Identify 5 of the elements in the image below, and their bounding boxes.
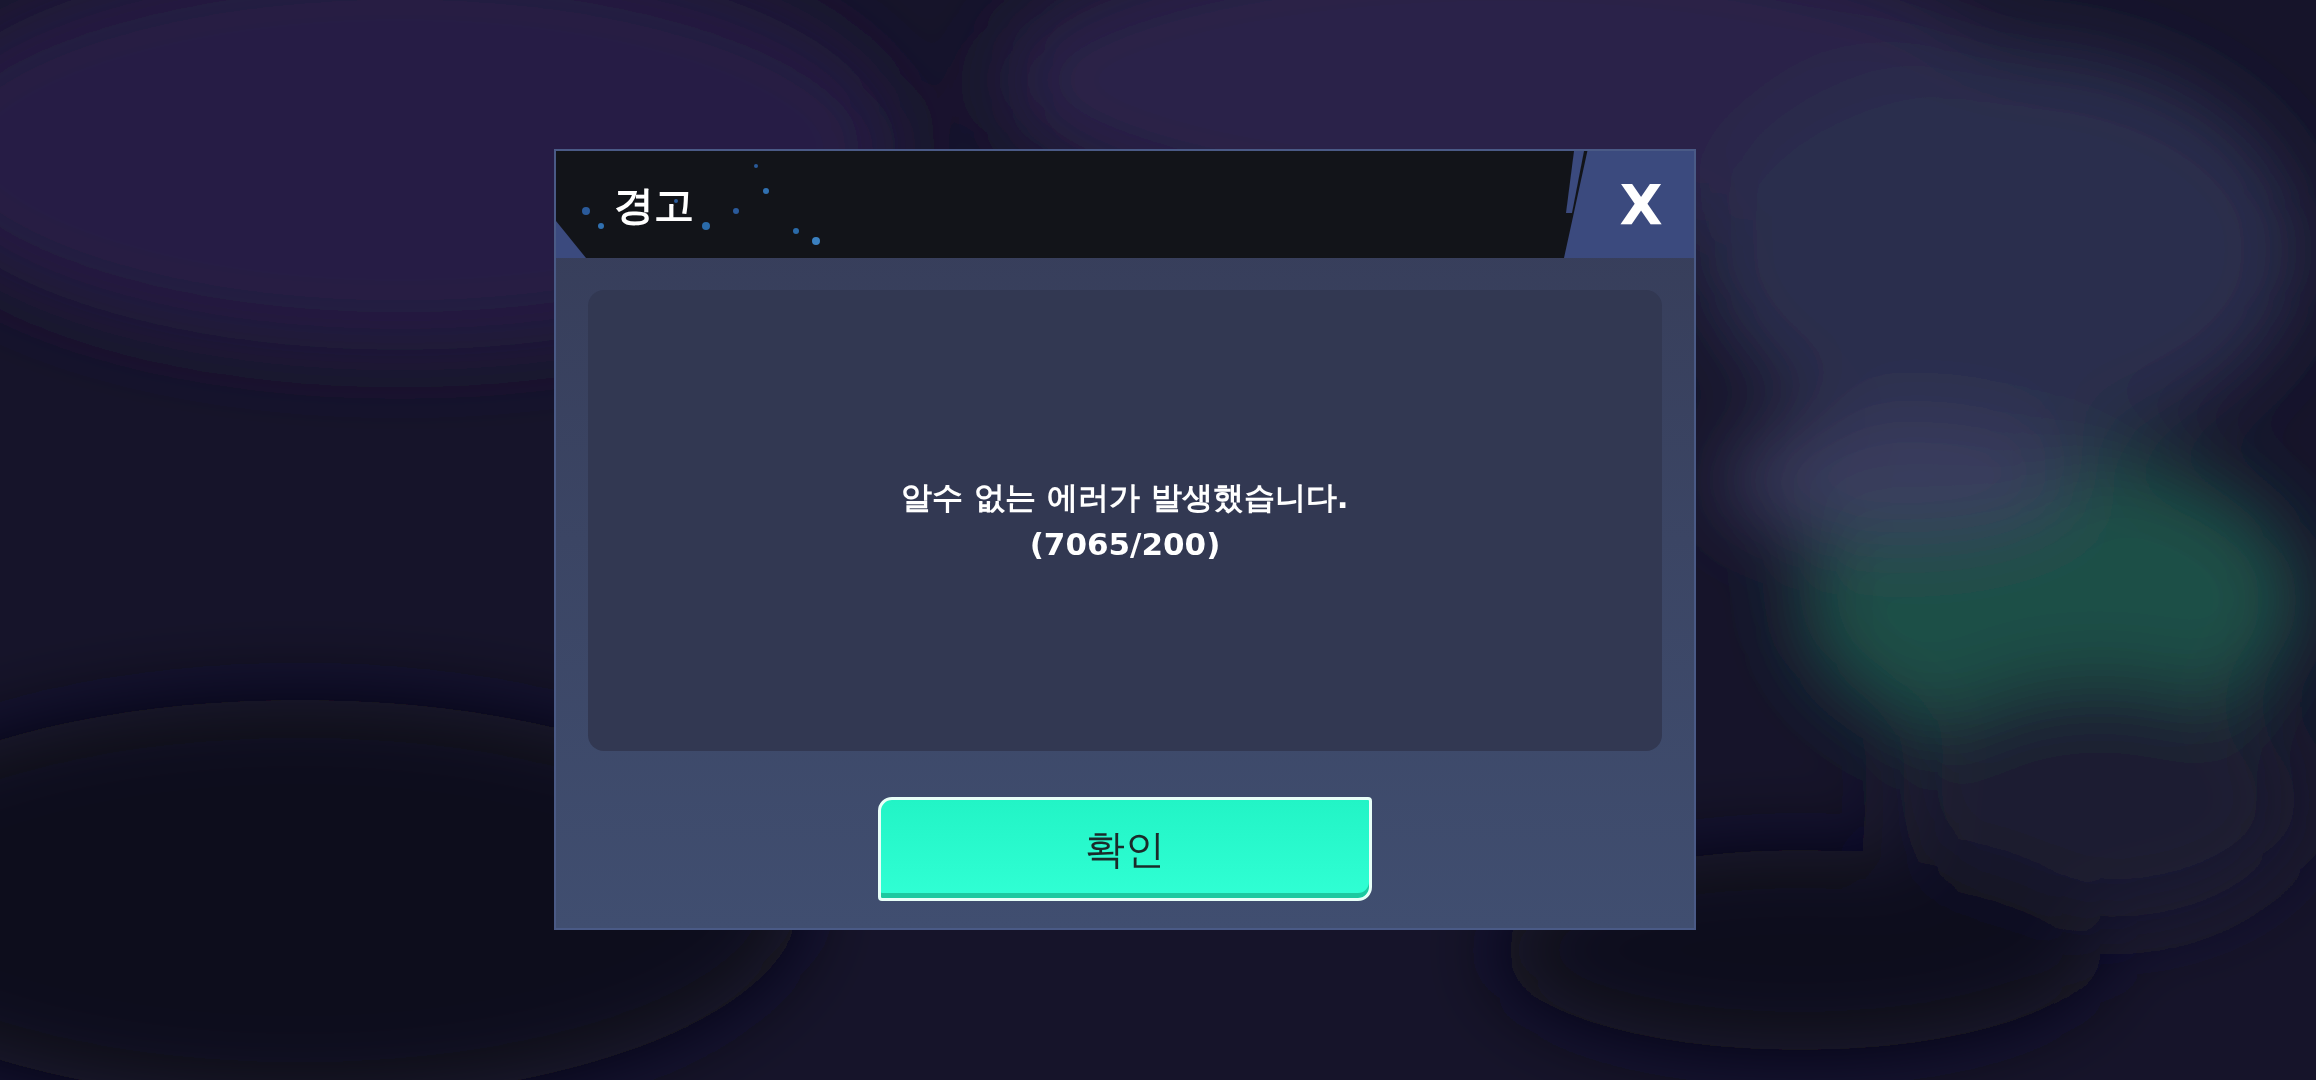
confirm-button[interactable]: 확인 [878, 797, 1372, 901]
error-message: 알수 없는 에러가 발생했습니다. [901, 478, 1349, 518]
error-code: (7065/200) [1029, 524, 1221, 564]
close-button[interactable]: X [1564, 151, 1694, 258]
dialog-title: 경고 [614, 180, 694, 230]
